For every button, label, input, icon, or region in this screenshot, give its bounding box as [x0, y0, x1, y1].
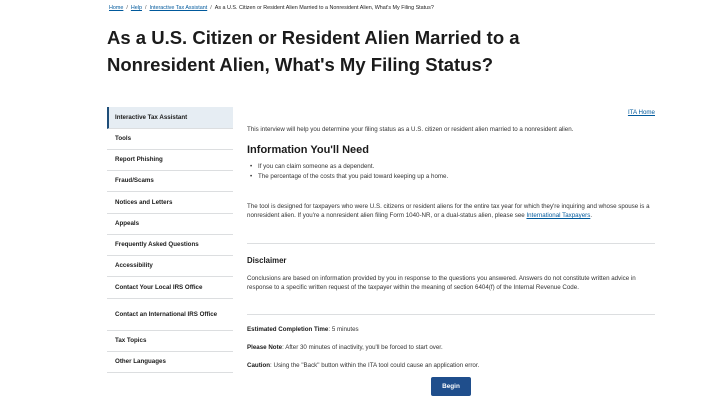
breadcrumb-ita[interactable]: Interactive Tax Assistant	[149, 5, 207, 11]
sidebar-item-label: Contact Your Local IRS Office	[115, 283, 203, 291]
ita-home-link[interactable]: ITA Home	[628, 109, 655, 116]
disclaimer-text: Conclusions are based on information pro…	[247, 275, 636, 291]
international-taxpayers-link[interactable]: International Taxpayers	[526, 212, 590, 219]
sidebar-item-international-irs-office[interactable]: Contact an International IRS Office	[107, 299, 233, 331]
caution-label: Caution	[247, 362, 271, 369]
sidebar-item-label: Interactive Tax Assistant	[115, 113, 188, 121]
information-heading: Information You'll Need	[247, 144, 369, 156]
please-note: Please Note: After 30 minutes of inactiv…	[247, 343, 443, 352]
caution-value: : Using the "Back" button within the ITA…	[270, 362, 480, 369]
sidebar-item-appeals[interactable]: Appeals	[107, 214, 233, 235]
sidebar-item-accessibility[interactable]: Accessibility	[107, 256, 233, 277]
sidebar-item-faq[interactable]: Frequently Asked Questions	[107, 235, 233, 256]
sidebar-item-local-irs-office[interactable]: Contact Your Local IRS Office	[107, 277, 233, 299]
sidebar-item-label: Fraud/Scams	[115, 177, 154, 184]
sidebar-item-label: Tools	[115, 135, 132, 142]
please-note-label: Please Note	[247, 344, 283, 351]
tool-description: The tool is designed for taxpayers who w…	[247, 203, 650, 219]
page-title: As a U.S. Citizen or Resident Alien Marr…	[107, 27, 520, 75]
sidebar-item-other-languages[interactable]: Other Languages	[107, 352, 233, 373]
sidebar-item-label: Report Phishing	[115, 156, 163, 163]
breadcrumb-help[interactable]: Help	[131, 5, 142, 11]
sidebar-item-report-phishing[interactable]: Report Phishing	[107, 150, 233, 171]
completion-time-label: Estimated Completion Time	[247, 326, 329, 333]
tool-description-text: The tool is designed for taxpayers who w…	[247, 203, 650, 219]
divider	[247, 314, 655, 315]
sidebar-item-fraud-scams[interactable]: Fraud/Scams	[107, 171, 233, 192]
sidebar-item-label: Appeals	[115, 220, 140, 227]
sidebar-item-label: Contact an International IRS Office	[115, 310, 218, 318]
breadcrumb-separator: /	[126, 5, 128, 11]
completion-time-value: : 5 minutes	[328, 326, 359, 333]
sidebar-item-label: Tax Topics	[115, 337, 147, 344]
sidebar-item-notices-letters[interactable]: Notices and Letters	[107, 192, 233, 214]
sidebar-item-label: Notices and Letters	[115, 198, 173, 206]
breadcrumb-separator: /	[210, 5, 212, 11]
breadcrumb: Home / Help / Interactive Tax Assistant / As a…	[109, 5, 434, 11]
completion-time: Estimated Completion Time: 5 minutes	[247, 325, 359, 334]
sidebar-item-label: Accessibility	[115, 262, 153, 269]
sidebar-item-tools[interactable]: Tools	[107, 129, 233, 150]
intro-text: This interview will help you determine y…	[247, 126, 574, 133]
breadcrumb-current: As a U.S. Citizen or Resident Alien Marr…	[214, 5, 434, 11]
disclaimer-heading: Disclaimer	[247, 256, 287, 265]
sidebar-item-label: Other Languages	[115, 358, 166, 365]
sidebar-nav: Interactive Tax Assistant Tools Report P…	[107, 107, 233, 373]
needs-list: If you can claim someone as a dependent.…	[247, 162, 658, 182]
list-item: The percentage of the costs that you pai…	[250, 172, 658, 182]
begin-button[interactable]: Begin	[431, 377, 471, 396]
caution-note: Caution: Using the "Back" button within …	[247, 361, 479, 370]
divider	[247, 243, 655, 244]
breadcrumb-home[interactable]: Home	[109, 5, 123, 11]
sidebar-item-tax-topics[interactable]: Tax Topics	[107, 331, 233, 352]
please-note-value: : After 30 minutes of inactivity, you'll…	[282, 344, 443, 351]
sidebar-item-label: Frequently Asked Questions	[115, 241, 199, 248]
breadcrumb-separator: /	[144, 5, 147, 11]
list-item: If you can claim someone as a dependent.	[250, 162, 658, 172]
sidebar-item-interactive-tax-assistant[interactable]: Interactive Tax Assistant	[107, 107, 233, 129]
